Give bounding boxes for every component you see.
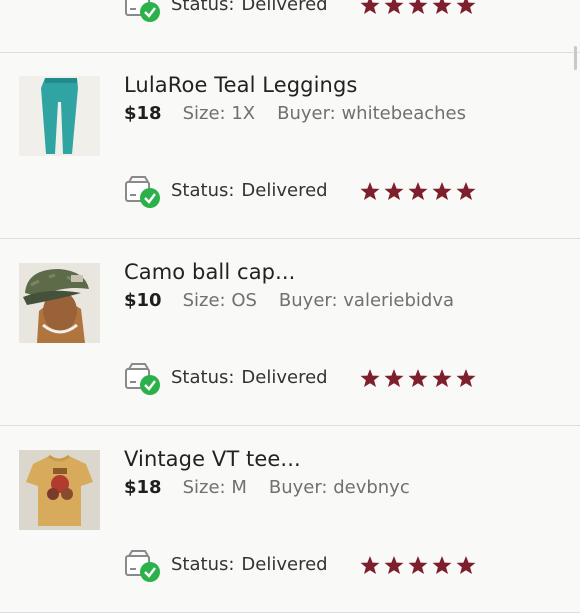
package-delivered-icon [125,363,160,395]
item-size: Size: M [182,477,247,498]
item-buyer[interactable]: Buyer: devbnyc [269,477,410,498]
order-row[interactable]: Status: Delivered [0,0,580,53]
star-icons [360,556,476,574]
item-buyer[interactable]: Buyer: whitebeaches [277,103,466,124]
status-value: Delivered [241,367,328,388]
star-icon [432,0,452,14]
rating-stars [360,368,480,390]
star-icon [384,369,404,387]
star-icon [456,369,476,387]
order-row[interactable]: Vintage VT tee... $18 Size: M Buyer: devbn… [0,427,580,613]
rating-stars [360,181,480,203]
status-text: Status: Delivered [171,554,328,575]
star-icon [456,556,476,574]
star-icons [360,369,476,387]
item-price: $18 [124,103,162,124]
rating-stars [360,0,480,17]
item-thumbnail[interactable] [19,76,100,156]
status-label: Status: [171,367,235,388]
star-icon [408,369,428,387]
item-thumbnail[interactable] [19,263,100,343]
item-title[interactable]: Vintage VT tee... [124,447,301,471]
star-icon [432,182,452,200]
status-text: Status: Delivered [171,367,328,388]
teal-leggings-image [19,76,100,156]
vintage-tee-image [19,450,100,530]
star-icon [384,182,404,200]
status-text: Status: Delivered [171,180,328,201]
item-size: Size: 1X [182,103,256,124]
item-meta: $10 Size: OS Buyer: valeriebidva [124,290,454,311]
order-row[interactable]: Camo ball cap... $10 Size: OS Buyer: valer… [0,240,580,426]
item-price: $18 [124,477,162,498]
status-value: Delivered [241,554,328,575]
star-icon [408,556,428,574]
status-text: Status: Delivered [171,0,328,15]
package-delivered-icon [125,0,160,22]
star-icon [456,0,476,14]
star-icon [360,369,380,387]
star-icon [384,556,404,574]
status-label: Status: [171,0,235,15]
scrollbar-thumb[interactable] [574,46,577,70]
star-icon [432,369,452,387]
item-thumbnail[interactable] [19,450,100,530]
item-buyer[interactable]: Buyer: valeriebidva [279,290,454,311]
star-icon [360,0,380,14]
package-delivered-icon [125,176,160,208]
item-meta: $18 Size: M Buyer: devbnyc [124,477,410,498]
status-value: Delivered [241,0,328,15]
star-icon [432,556,452,574]
item-price: $10 [124,290,162,311]
star-icon [360,182,380,200]
item-title[interactable]: Camo ball cap... [124,260,295,284]
sold-orders-list: Status: Delivered LulaRoe Teal Leggings $… [0,0,580,613]
star-icon [456,182,476,200]
order-row[interactable]: LulaRoe Teal Leggings $18 Size: 1X Buyer: … [0,53,580,239]
star-icons [360,0,476,14]
item-size: Size: OS [182,290,257,311]
status-value: Delivered [241,180,328,201]
status-label: Status: [171,554,235,575]
item-title[interactable]: LulaRoe Teal Leggings [124,73,357,97]
star-icon [384,0,404,14]
camo-cap-image [19,263,100,343]
item-meta: $18 Size: 1X Buyer: whitebeaches [124,103,466,124]
rating-stars [360,555,480,577]
status-label: Status: [171,180,235,201]
star-icons [360,182,476,200]
star-icon [408,182,428,200]
star-icon [408,0,428,14]
star-icon [360,556,380,574]
